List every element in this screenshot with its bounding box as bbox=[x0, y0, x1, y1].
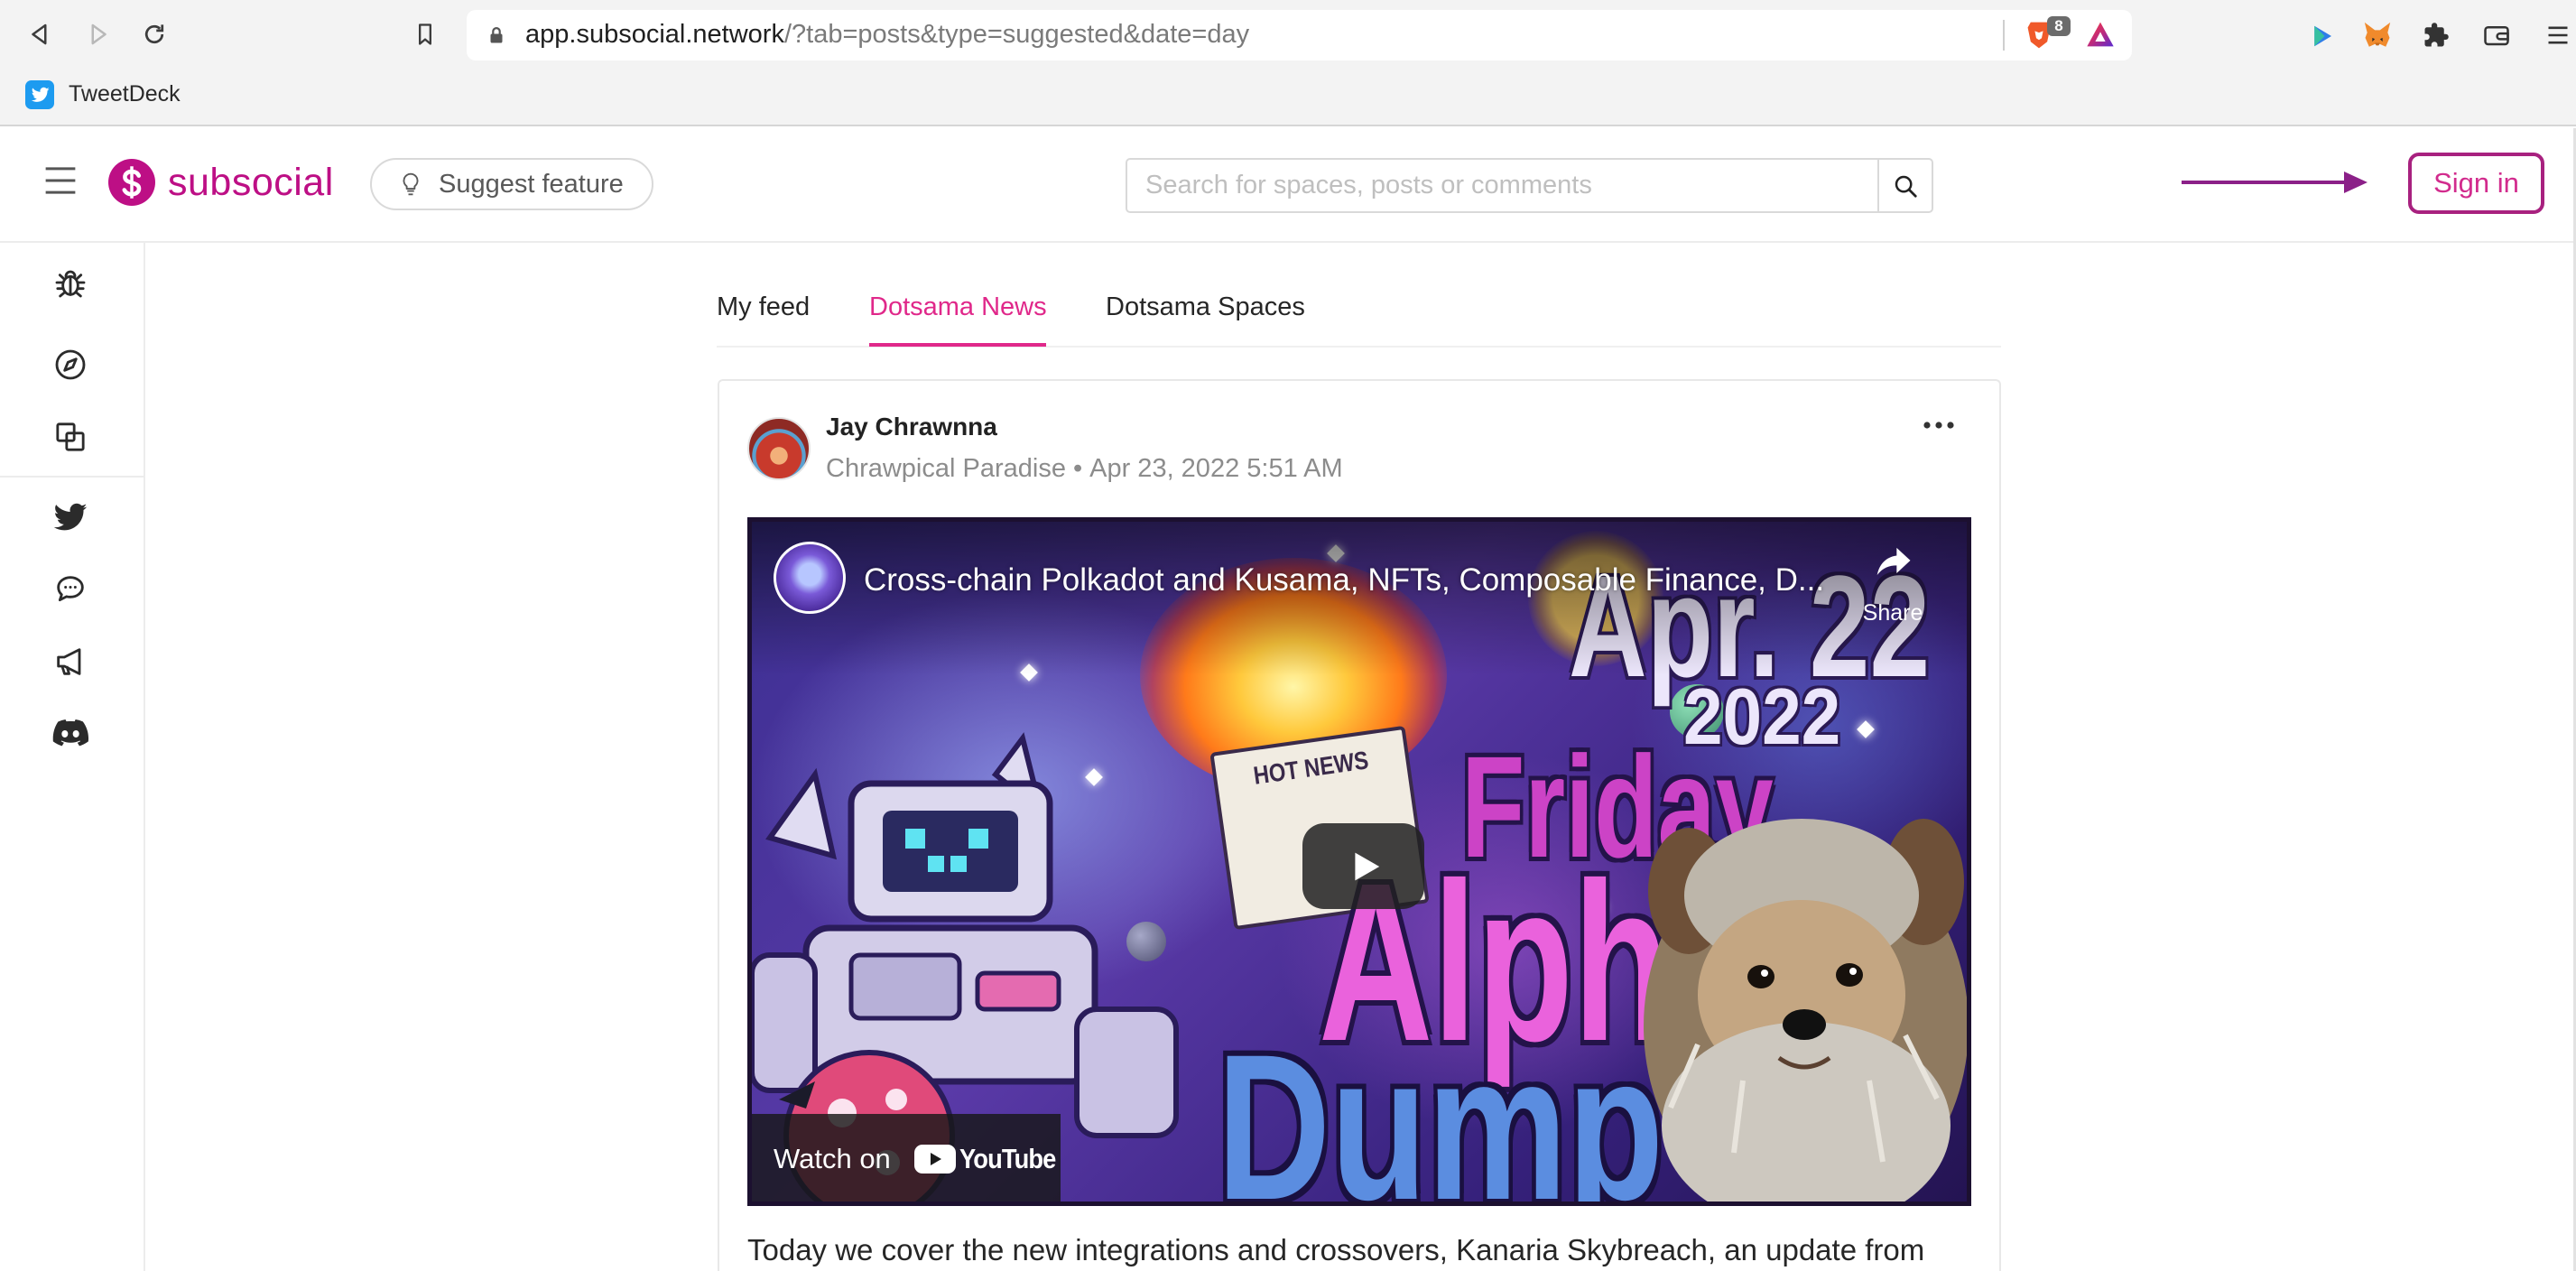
address-bar-divider bbox=[2003, 20, 2005, 51]
annotation-arrow bbox=[2182, 181, 2348, 184]
search-button[interactable] bbox=[1877, 158, 1933, 213]
extensions-puzzle-icon[interactable] bbox=[2423, 22, 2450, 49]
search-icon bbox=[1892, 172, 1919, 199]
annotation-arrow-head bbox=[2344, 172, 2368, 193]
back-icon[interactable] bbox=[26, 21, 53, 48]
youtube-play-logo-icon bbox=[914, 1145, 956, 1174]
post-date[interactable]: Apr 23, 2022 5:51 AM bbox=[1089, 454, 1343, 483]
compass-icon[interactable] bbox=[52, 347, 88, 383]
play-extension-icon[interactable] bbox=[2309, 23, 2336, 50]
chat-icon[interactable] bbox=[52, 571, 88, 608]
forward-icon[interactable] bbox=[85, 21, 112, 48]
bookmark-icon[interactable] bbox=[412, 22, 438, 47]
megaphone-icon[interactable] bbox=[52, 644, 88, 680]
tab-dotsama-spaces[interactable]: Dotsama Spaces bbox=[1106, 289, 1305, 325]
author-avatar[interactable] bbox=[747, 417, 811, 480]
subsocial-logo-icon[interactable] bbox=[108, 159, 155, 206]
play-icon bbox=[1343, 846, 1385, 887]
thumbnail-star bbox=[1857, 720, 1875, 738]
share-label[interactable]: Share bbox=[1858, 599, 1927, 626]
reload-icon[interactable] bbox=[141, 21, 168, 48]
search-input[interactable] bbox=[1126, 158, 1879, 213]
tab-dotsama-news[interactable]: Dotsama News bbox=[869, 289, 1047, 325]
brave-rewards-icon[interactable] bbox=[2086, 21, 2115, 48]
twitter-icon[interactable] bbox=[52, 499, 88, 535]
overlap-squares-icon[interactable] bbox=[52, 419, 88, 455]
thumbnail-dump-text: Dump bbox=[1217, 1011, 1664, 1206]
meta-separator: • bbox=[1072, 454, 1083, 483]
video-title[interactable]: Cross-chain Polkadot and Kusama, NFTs, C… bbox=[864, 561, 1824, 599]
bug-icon[interactable] bbox=[52, 264, 88, 301]
discord-icon[interactable] bbox=[52, 715, 88, 751]
lightbulb-icon bbox=[397, 171, 424, 198]
active-tab-indicator bbox=[869, 343, 1046, 347]
play-button[interactable] bbox=[1302, 823, 1424, 909]
wallet-icon[interactable] bbox=[2483, 23, 2510, 48]
suggest-feature-label: Suggest feature bbox=[439, 170, 624, 199]
hamburger-icon[interactable] bbox=[42, 164, 79, 197]
watch-on-label: Watch on bbox=[774, 1143, 891, 1174]
post-body-text: Today we cover the new integrations and … bbox=[747, 1233, 1925, 1266]
share-icon[interactable] bbox=[1869, 538, 1916, 585]
thumbnail-dog-photo bbox=[1644, 819, 1967, 1201]
post-space-link[interactable]: Chrawpical Paradise bbox=[826, 454, 1066, 483]
sidebar-divider bbox=[0, 476, 144, 478]
metamask-fox-icon[interactable] bbox=[2362, 21, 2393, 50]
menu-icon[interactable] bbox=[2545, 23, 2571, 47]
url-host: app.subsocial.network bbox=[525, 20, 784, 49]
left-sidebar bbox=[0, 243, 145, 1271]
url-path: /?tab=posts&type=suggested&date=day bbox=[783, 20, 1250, 49]
url-text[interactable]: app.subsocial.network/?tab=posts&type=su… bbox=[525, 17, 1249, 51]
more-options-icon[interactable] bbox=[1919, 412, 1959, 439]
bookmarks-bar bbox=[0, 69, 2576, 126]
post-author[interactable]: Jay Chrawnna bbox=[826, 412, 997, 442]
lock-icon[interactable] bbox=[486, 24, 507, 46]
shields-count-badge: 8 bbox=[2047, 16, 2071, 36]
tweetdeck-icon[interactable] bbox=[25, 80, 54, 109]
youtube-embed[interactable]: HOT NEWS Apr. 22 2022 Friday Alph Dump C… bbox=[747, 517, 1971, 1206]
channel-avatar[interactable] bbox=[774, 542, 846, 614]
youtube-wordmark: YouTube bbox=[959, 1143, 1056, 1174]
post-meta: Chrawpical Paradise • Apr 23, 2022 5:51 AM bbox=[826, 452, 1350, 485]
logo-text[interactable]: subsocial bbox=[168, 159, 334, 206]
tab-my-feed[interactable]: My feed bbox=[717, 289, 810, 325]
bookmark-tweetdeck[interactable]: TweetDeck bbox=[69, 79, 181, 108]
sign-in-button[interactable]: Sign in bbox=[2408, 153, 2544, 214]
